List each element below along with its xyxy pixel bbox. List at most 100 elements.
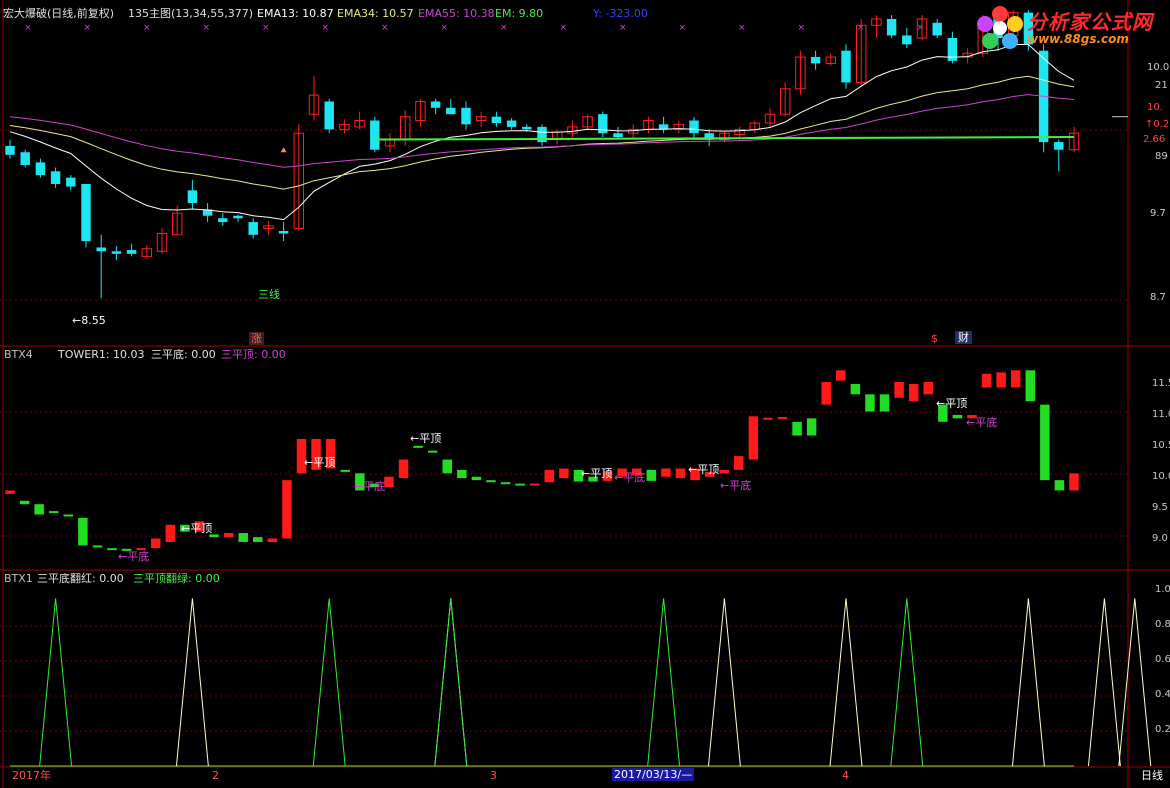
tower-bar bbox=[63, 514, 74, 517]
tower-bar bbox=[763, 417, 773, 420]
candle-body bbox=[658, 124, 669, 130]
date-cursor-label: 2017/03/13/— bbox=[612, 768, 695, 781]
date-label: 4 bbox=[842, 769, 849, 782]
btx1-tick: 0.2 bbox=[1155, 724, 1170, 735]
tower-bar bbox=[981, 373, 992, 388]
tower-bar bbox=[107, 548, 117, 551]
chart-title: 宏大爆破(日线,前复权) bbox=[3, 7, 115, 20]
ping-di-label: ←平底 bbox=[614, 471, 646, 484]
candle-body bbox=[446, 107, 456, 115]
tower-bar bbox=[850, 384, 861, 395]
signal-spike bbox=[434, 598, 468, 767]
signal-spike bbox=[707, 598, 741, 767]
logo: 分析家公式网 www.88gs.com bbox=[975, 4, 1165, 52]
tower-bar bbox=[894, 381, 904, 398]
btx4-spd: 三平底: 0.00 bbox=[151, 348, 216, 361]
btx1-tick: 0.4 bbox=[1155, 689, 1170, 700]
tower-bar bbox=[559, 468, 569, 479]
signal-spike bbox=[890, 598, 924, 767]
tower-bar bbox=[5, 490, 15, 494]
btx4-tick: 10.5 bbox=[1152, 440, 1170, 451]
signal-spike bbox=[1011, 598, 1045, 767]
candle-body bbox=[324, 101, 334, 130]
top-x-marker: × bbox=[24, 23, 32, 33]
tower-bar bbox=[1069, 473, 1079, 491]
tower-bar bbox=[952, 414, 963, 419]
up-arrow-marker bbox=[280, 147, 287, 153]
logo-title: 分析家公式网 bbox=[1027, 10, 1153, 34]
em-line bbox=[374, 136, 1075, 141]
ping-ding-label: ←平顶 bbox=[410, 432, 442, 445]
tower-bar bbox=[267, 538, 278, 542]
tower-bar bbox=[500, 482, 511, 485]
candle-body bbox=[841, 50, 851, 83]
top-x-marker: × bbox=[798, 23, 806, 33]
candle-body bbox=[187, 190, 198, 204]
top-x-marker: × bbox=[679, 23, 687, 33]
price-tick: 10.0 bbox=[1147, 62, 1170, 73]
candle-body bbox=[886, 18, 897, 36]
candle-body bbox=[810, 57, 821, 64]
ping-di-label: ←平底 bbox=[720, 479, 752, 492]
btx4-tick: 11.0 bbox=[1152, 409, 1170, 420]
btx1-name: BTX1 bbox=[4, 572, 33, 585]
btx4-tick: 10.0 bbox=[1152, 471, 1170, 482]
tower-bar bbox=[923, 381, 933, 395]
tower-bar bbox=[748, 416, 759, 460]
top-x-marker: × bbox=[143, 23, 151, 33]
date-label: 2 bbox=[212, 769, 219, 782]
candle-body bbox=[111, 251, 122, 254]
price-tick: 8.7 bbox=[1150, 292, 1166, 303]
period-label[interactable]: 日线 bbox=[1141, 769, 1163, 782]
zhang-marker[interactable]: 涨 bbox=[249, 332, 264, 345]
top-x-marker: × bbox=[262, 23, 270, 33]
tower-bar bbox=[19, 500, 30, 505]
tower-bar bbox=[92, 545, 103, 548]
candle-body bbox=[613, 133, 623, 138]
tower-bar bbox=[340, 469, 350, 472]
date-label: 2017年 bbox=[12, 769, 51, 782]
candle-body bbox=[20, 152, 30, 165]
candle-body bbox=[491, 116, 502, 124]
btx4-tick: 9.5 bbox=[1152, 502, 1168, 513]
tower-bar bbox=[223, 533, 234, 538]
candle-body bbox=[5, 145, 15, 155]
candle-body bbox=[370, 120, 380, 150]
tower-bar bbox=[1040, 404, 1050, 481]
candle-body bbox=[1054, 142, 1064, 150]
ping-ding-label: ←平顶 bbox=[688, 463, 720, 476]
logo-url: www.88gs.com bbox=[1027, 32, 1129, 46]
main-params: 135主图(13,34,55,377) bbox=[128, 7, 254, 20]
candle-body bbox=[81, 184, 91, 242]
candle-body bbox=[932, 22, 942, 36]
tower-bar bbox=[544, 469, 555, 483]
tower-bar bbox=[529, 483, 540, 486]
price-tick: 2.66 bbox=[1143, 134, 1166, 145]
candle-body bbox=[522, 126, 532, 130]
tower-bar bbox=[1010, 370, 1021, 388]
top-x-marker: × bbox=[84, 23, 92, 33]
candle-body bbox=[902, 35, 912, 45]
signal-spike bbox=[39, 598, 73, 767]
candle-body bbox=[461, 107, 471, 125]
price-tick: 10. bbox=[1147, 102, 1163, 113]
price-tick: 89 bbox=[1155, 151, 1168, 162]
top-x-marker: × bbox=[441, 23, 449, 33]
sanxian-label: 三线 bbox=[258, 288, 280, 301]
tower-bar bbox=[238, 533, 248, 542]
top-x-marker: × bbox=[322, 23, 330, 33]
candle-body bbox=[126, 250, 137, 254]
ema55-value: EMA55: 10.38 bbox=[418, 7, 495, 20]
tower-bar bbox=[427, 450, 438, 453]
tower-bar bbox=[515, 483, 525, 486]
btx4-tick: 9.0 bbox=[1152, 533, 1168, 544]
ema34-value: EMA34: 10.57 bbox=[337, 7, 414, 20]
tower-bar bbox=[457, 469, 467, 479]
money-marker[interactable]: $ bbox=[931, 332, 938, 345]
tower-bar bbox=[151, 538, 161, 549]
btx1-red: 三平底翻红: 0.00 bbox=[37, 572, 124, 585]
tower-bar bbox=[413, 445, 423, 448]
cai-marker[interactable]: 财 bbox=[955, 331, 972, 344]
tower-bar bbox=[34, 504, 44, 515]
top-x-marker: × bbox=[560, 23, 568, 33]
